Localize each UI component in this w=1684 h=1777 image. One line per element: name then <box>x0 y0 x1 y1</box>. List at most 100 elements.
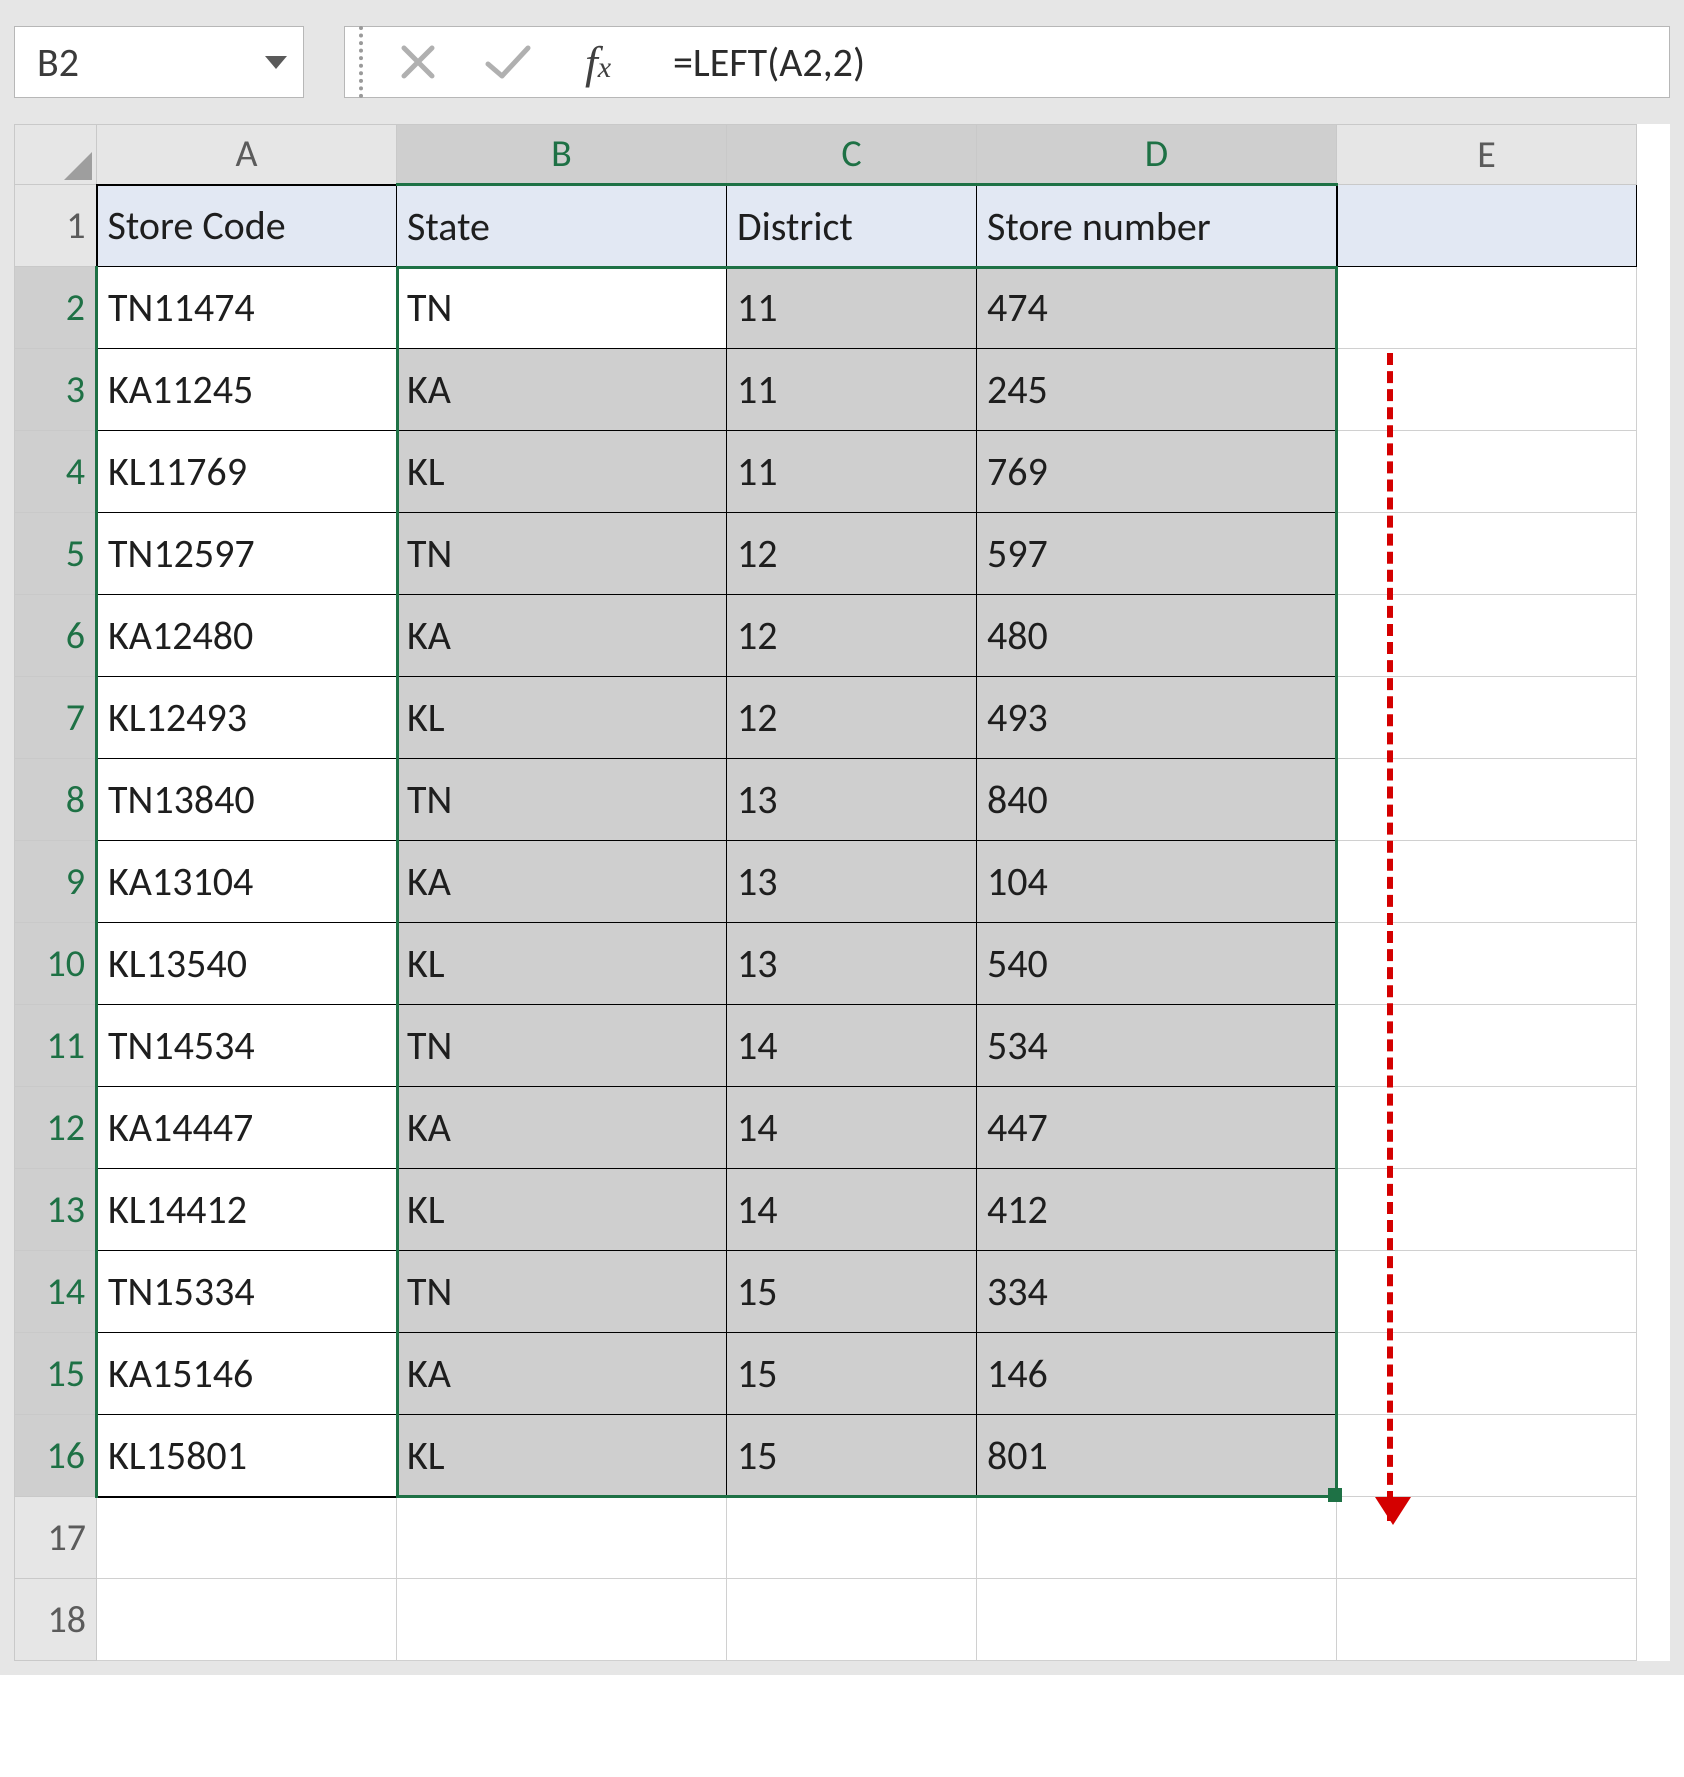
cell-C7[interactable]: 12 <box>727 677 977 759</box>
cell-B5[interactable]: TN <box>397 513 727 595</box>
cell-C2[interactable]: 11 <box>727 267 977 349</box>
cell-C1[interactable]: District <box>727 185 977 267</box>
col-header-E[interactable]: E <box>1337 125 1637 185</box>
cell-A14[interactable]: TN15334 <box>97 1251 397 1333</box>
cell-D14[interactable]: 334 <box>977 1251 1337 1333</box>
cell-D11[interactable]: 534 <box>977 1005 1337 1087</box>
row-header-1[interactable]: 1 <box>15 185 97 267</box>
cell-B18[interactable] <box>397 1579 727 1661</box>
cell-D12[interactable]: 447 <box>977 1087 1337 1169</box>
cell-A2[interactable]: TN11474 <box>97 267 397 349</box>
spreadsheet-grid[interactable]: A B C D E 1Store CodeStateDistrictStore … <box>14 124 1670 1661</box>
row-header-8[interactable]: 8 <box>15 759 97 841</box>
cell-D15[interactable]: 146 <box>977 1333 1337 1415</box>
cell-E14[interactable] <box>1337 1251 1637 1333</box>
cell-A13[interactable]: KL14412 <box>97 1169 397 1251</box>
cell-C8[interactable]: 13 <box>727 759 977 841</box>
cell-D9[interactable]: 104 <box>977 841 1337 923</box>
cell-E3[interactable] <box>1337 349 1637 431</box>
cell-E11[interactable] <box>1337 1005 1637 1087</box>
cell-C18[interactable] <box>727 1579 977 1661</box>
cell-A18[interactable] <box>97 1579 397 1661</box>
select-all-corner[interactable] <box>15 125 97 185</box>
row-header-7[interactable]: 7 <box>15 677 97 759</box>
col-header-C[interactable]: C <box>727 125 977 185</box>
cell-A6[interactable]: KA12480 <box>97 595 397 677</box>
formula-input[interactable]: =LEFT(A2,2) <box>651 26 1670 98</box>
cell-C12[interactable]: 14 <box>727 1087 977 1169</box>
cell-B2[interactable]: TN <box>397 267 727 349</box>
cell-E5[interactable] <box>1337 513 1637 595</box>
chevron-down-icon[interactable] <box>265 56 287 69</box>
cell-A5[interactable]: TN12597 <box>97 513 397 595</box>
cell-D17[interactable] <box>977 1497 1337 1579</box>
cell-E4[interactable] <box>1337 431 1637 513</box>
cell-A12[interactable]: KA14447 <box>97 1087 397 1169</box>
cell-B16[interactable]: KL <box>397 1415 727 1497</box>
cell-B10[interactable]: KL <box>397 923 727 1005</box>
cell-D5[interactable]: 597 <box>977 513 1337 595</box>
cell-B15[interactable]: KA <box>397 1333 727 1415</box>
cell-A15[interactable]: KA15146 <box>97 1333 397 1415</box>
cell-A17[interactable] <box>97 1497 397 1579</box>
cell-C3[interactable]: 11 <box>727 349 977 431</box>
row-header-12[interactable]: 12 <box>15 1087 97 1169</box>
cell-A9[interactable]: KA13104 <box>97 841 397 923</box>
cell-D3[interactable]: 245 <box>977 349 1337 431</box>
cell-A10[interactable]: KL13540 <box>97 923 397 1005</box>
row-header-14[interactable]: 14 <box>15 1251 97 1333</box>
cell-D16[interactable]: 801 <box>977 1415 1337 1497</box>
row-header-5[interactable]: 5 <box>15 513 97 595</box>
row-header-6[interactable]: 6 <box>15 595 97 677</box>
cell-B9[interactable]: KA <box>397 841 727 923</box>
row-header-10[interactable]: 10 <box>15 923 97 1005</box>
cell-C9[interactable]: 13 <box>727 841 977 923</box>
cell-C11[interactable]: 14 <box>727 1005 977 1087</box>
cell-D2[interactable]: 474 <box>977 267 1337 349</box>
cell-A11[interactable]: TN14534 <box>97 1005 397 1087</box>
cell-C16[interactable]: 15 <box>727 1415 977 1497</box>
cell-E2[interactable] <box>1337 267 1637 349</box>
cell-E10[interactable] <box>1337 923 1637 1005</box>
cell-C13[interactable]: 14 <box>727 1169 977 1251</box>
cell-D4[interactable]: 769 <box>977 431 1337 513</box>
cell-C6[interactable]: 12 <box>727 595 977 677</box>
cell-A4[interactable]: KL11769 <box>97 431 397 513</box>
row-header-18[interactable]: 18 <box>15 1579 97 1661</box>
cell-B14[interactable]: TN <box>397 1251 727 1333</box>
cell-C17[interactable] <box>727 1497 977 1579</box>
fx-icon[interactable]: fx <box>553 26 643 98</box>
cell-C4[interactable]: 11 <box>727 431 977 513</box>
row-header-15[interactable]: 15 <box>15 1333 97 1415</box>
col-header-D[interactable]: D <box>977 125 1337 185</box>
cell-C5[interactable]: 12 <box>727 513 977 595</box>
cell-A7[interactable]: KL12493 <box>97 677 397 759</box>
cancel-icon[interactable] <box>373 26 463 98</box>
enter-icon[interactable] <box>463 26 553 98</box>
cell-E16[interactable] <box>1337 1415 1637 1497</box>
cell-E13[interactable] <box>1337 1169 1637 1251</box>
name-box[interactable]: B2 <box>14 26 304 98</box>
cell-B3[interactable]: KA <box>397 349 727 431</box>
cell-B8[interactable]: TN <box>397 759 727 841</box>
cell-C14[interactable]: 15 <box>727 1251 977 1333</box>
row-header-13[interactable]: 13 <box>15 1169 97 1251</box>
row-header-2[interactable]: 2 <box>15 267 97 349</box>
cell-B4[interactable]: KL <box>397 431 727 513</box>
cell-C15[interactable]: 15 <box>727 1333 977 1415</box>
cell-D18[interactable] <box>977 1579 1337 1661</box>
cell-A3[interactable]: KA11245 <box>97 349 397 431</box>
cell-E8[interactable] <box>1337 759 1637 841</box>
cell-E18[interactable] <box>1337 1579 1637 1661</box>
cell-E12[interactable] <box>1337 1087 1637 1169</box>
cell-B7[interactable]: KL <box>397 677 727 759</box>
col-header-A[interactable]: A <box>97 125 397 185</box>
cell-E1[interactable] <box>1337 185 1637 267</box>
cell-A8[interactable]: TN13840 <box>97 759 397 841</box>
row-header-4[interactable]: 4 <box>15 431 97 513</box>
cell-B11[interactable]: TN <box>397 1005 727 1087</box>
cell-B12[interactable]: KA <box>397 1087 727 1169</box>
row-header-11[interactable]: 11 <box>15 1005 97 1087</box>
cell-D8[interactable]: 840 <box>977 759 1337 841</box>
row-header-17[interactable]: 17 <box>15 1497 97 1579</box>
